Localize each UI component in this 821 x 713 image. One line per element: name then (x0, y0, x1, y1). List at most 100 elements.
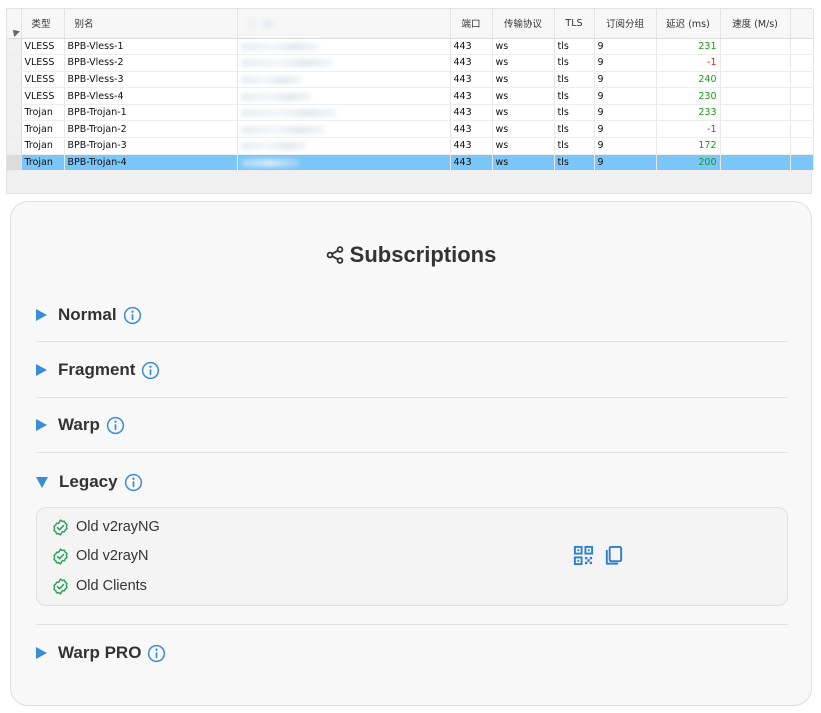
section-divider (36, 397, 788, 398)
legacy-item-label: Old v2rayNG (76, 519, 160, 535)
cell-port: 443 (450, 71, 493, 89)
info-icon[interactable] (124, 473, 143, 492)
col-header-group[interactable]: 订阅分组 (594, 9, 657, 39)
copy-icon[interactable] (603, 545, 624, 566)
sort-indicator-icon (10, 26, 20, 37)
cell-port: 443 (450, 137, 493, 155)
col-header-latency[interactable]: 延迟 (ms) (656, 9, 721, 39)
cell-port: 443 (450, 104, 493, 122)
cell-network: ws (492, 120, 555, 139)
cell-speed (720, 154, 791, 172)
check-badge-icon (53, 547, 68, 565)
cell-speed (720, 137, 791, 155)
cell-latency: 240 (656, 71, 721, 89)
section-normal-label: Normal (58, 305, 117, 324)
table-header-row: 类型 别名 端口 传输协议 TLS 订阅分组 延迟 (ms) 速度 (M/s) (7, 9, 814, 39)
legacy-item-label: Old Clients (76, 578, 147, 594)
cell-tls: tls (554, 38, 595, 56)
subscriptions-title: Subscriptions (11, 242, 811, 268)
cell-latency: -1 (656, 120, 721, 139)
section-warp-toggle[interactable]: Warp (36, 412, 788, 438)
cell-tls: tls (554, 120, 595, 139)
blurred-address (240, 75, 301, 84)
share-icon (326, 246, 343, 264)
legacy-item-label: Old v2rayN (76, 548, 149, 564)
blurred-address (240, 109, 337, 118)
cell-type: Trojan (21, 120, 65, 139)
info-icon[interactable] (123, 306, 142, 325)
col-header-port[interactable]: 端口 (450, 9, 493, 39)
cell-group: 9 (594, 38, 657, 56)
table-row[interactable]: VLESS BPB-Vless-1 443 ws tls 9 231 (7, 38, 814, 56)
info-icon[interactable] (141, 361, 160, 380)
subscriptions-card: Subscriptions Normal Fragment Warp Legac… (10, 201, 812, 706)
info-icon[interactable] (147, 644, 166, 663)
check-badge-icon (53, 518, 68, 536)
blurred-address (240, 142, 307, 151)
cell-group: 9 (594, 137, 657, 155)
cell-type: VLESS (21, 38, 65, 56)
col-header-speed[interactable]: 速度 (M/s) (720, 9, 791, 39)
cell-filler (790, 54, 814, 72)
server-table: 类型 别名 端口 传输协议 TLS 订阅分组 延迟 (ms) 速度 (M/s) … (7, 9, 814, 172)
cell-network: ws (492, 137, 555, 155)
legacy-actions (573, 545, 633, 566)
table-row[interactable]: VLESS BPB-Vless-4 443 ws tls 9 230 (7, 87, 814, 105)
cell-network: ws (492, 54, 555, 72)
table-row[interactable]: Trojan BPB-Trojan-4 443 ws tls 9 200 (7, 154, 814, 172)
table-row[interactable]: VLESS BPB-Vless-2 443 ws tls 9 -1 (7, 54, 814, 72)
col-header-alias[interactable]: 别名 (64, 9, 238, 39)
col-header-address[interactable] (237, 9, 451, 39)
cell-filler (790, 154, 814, 172)
col-header-type[interactable]: 类型 (21, 9, 65, 39)
cell-tls: tls (554, 87, 595, 105)
section-fragment-label: Fragment (58, 360, 136, 379)
check-badge-icon (53, 577, 68, 595)
cell-group: 9 (594, 71, 657, 89)
row-header-corner[interactable] (7, 9, 22, 39)
section-legacy-toggle[interactable]: Legacy (36, 469, 788, 495)
col-header-network[interactable]: 传输协议 (492, 9, 555, 39)
table-row[interactable]: Trojan BPB-Trojan-1 443 ws tls 9 233 (7, 104, 814, 122)
cell-type: Trojan (21, 137, 65, 155)
expand-arrow-icon (36, 647, 47, 659)
cell-filler (790, 120, 814, 139)
cell-type: Trojan (21, 154, 65, 172)
qr-code-icon[interactable] (573, 545, 594, 566)
table-row[interactable]: VLESS BPB-Vless-3 443 ws tls 9 240 (7, 71, 814, 89)
info-icon[interactable] (106, 416, 125, 435)
cell-alias: BPB-Vless-4 (64, 87, 238, 105)
col-header-filler (790, 9, 814, 39)
cell-speed (720, 104, 791, 122)
cell-filler (790, 87, 814, 105)
section-divider (36, 452, 788, 453)
cell-type: VLESS (21, 71, 65, 89)
cell-alias: BPB-Vless-1 (64, 38, 238, 56)
cell-alias: BPB-Trojan-4 (64, 154, 238, 172)
col-header-tls[interactable]: TLS (554, 9, 595, 39)
table-row[interactable]: Trojan BPB-Trojan-2 443 ws tls 9 -1 (7, 120, 814, 139)
cell-alias: BPB-Trojan-3 (64, 137, 238, 155)
section-fragment-toggle[interactable]: Fragment (36, 357, 788, 383)
table-row[interactable]: Trojan BPB-Trojan-3 443 ws tls 9 172 (7, 137, 814, 155)
cell-speed (720, 54, 791, 72)
section-warp-pro-toggle[interactable]: Warp PRO (36, 640, 788, 666)
section-normal-toggle[interactable]: Normal (36, 302, 788, 328)
cell-type: VLESS (21, 87, 65, 105)
legacy-item-old-v2rayng: Old v2rayNG (52, 517, 160, 537)
cell-group: 9 (594, 154, 657, 172)
cell-group: 9 (594, 120, 657, 139)
server-list-panel: 类型 别名 端口 传输协议 TLS 订阅分组 延迟 (ms) 速度 (M/s) … (6, 8, 814, 194)
cell-network: ws (492, 104, 555, 122)
row-header-cell (7, 154, 22, 172)
cell-alias: BPB-Trojan-2 (64, 120, 238, 139)
blurred-header-address (247, 19, 276, 28)
cell-address (237, 87, 451, 105)
section-warp-pro: Warp PRO (36, 640, 788, 666)
cell-network: ws (492, 38, 555, 56)
cell-latency: 231 (656, 38, 721, 56)
section-legacy: Legacy (36, 469, 788, 495)
row-header-cell (7, 38, 22, 56)
cell-speed (720, 38, 791, 56)
row-header-cell (7, 71, 22, 89)
